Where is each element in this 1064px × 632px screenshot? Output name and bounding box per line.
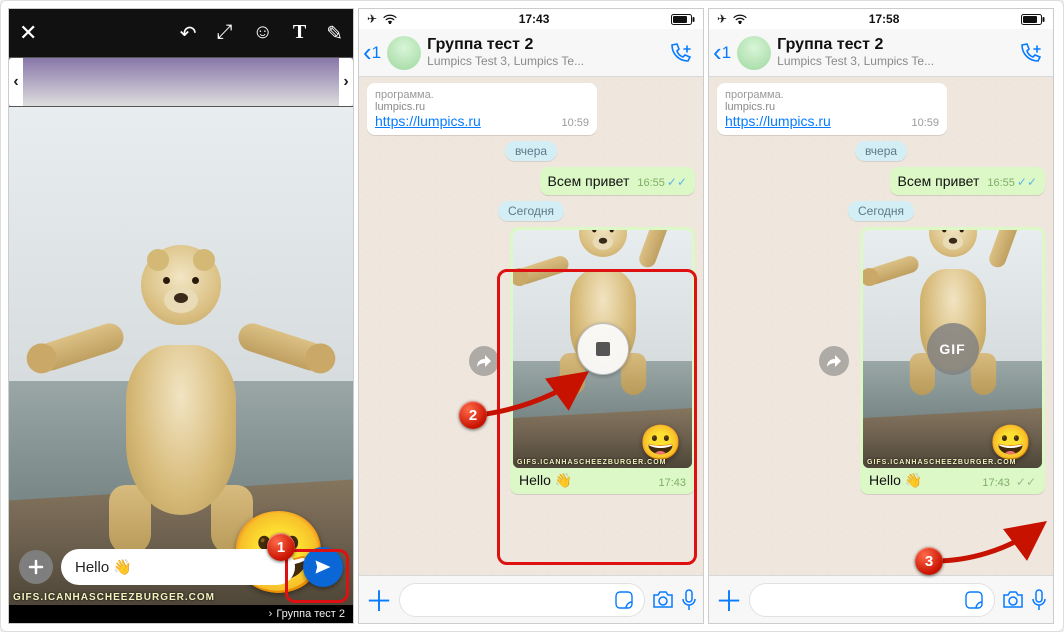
media-thumbnail[interactable]: 😀 GIFS.ICANHASCHEEZBURGER.COM GIF [863,230,1042,468]
sticker-emoji: 😀 [640,426,682,460]
chat-header: ‹1 Группа тест 2 Lumpics Test 3, Lumpics… [709,29,1053,77]
caption-input[interactable]: Hello 👋 [61,549,295,585]
voice-button[interactable] [1031,589,1047,611]
battery-icon [1021,14,1045,25]
text-message-out[interactable]: Всем привет16:55✓✓ [540,167,695,195]
text-message-out[interactable]: Всем привет16:55✓✓ [890,167,1045,195]
message-input[interactable] [399,583,645,617]
badge-1: 1 [267,533,295,561]
status-bar: ✈︎ 17:43 [359,9,703,29]
media-thumbnail[interactable]: 😀 GIFS.ICANHASCHEEZBURGER.COM [513,230,692,468]
forward-button[interactable] [819,346,849,376]
avatar[interactable] [737,36,771,70]
bear-graphic [81,245,281,545]
camera-button[interactable] [1001,590,1025,610]
voice-button[interactable] [681,589,697,611]
chat-header: ‹1 Группа тест 2 Lumpics Test 3, Lumpics… [359,29,703,77]
watermark-text: GIFS.ICANHASCHEEZBURGER.COM [13,592,215,603]
link-url[interactable]: https://lumpics.ru [725,113,831,129]
chat-input-bar: ＋ [359,575,703,623]
send-button[interactable] [303,547,343,587]
editor-toolbar: ✕ ↶ ⤢ ☺ T ✎ [9,9,353,57]
back-button[interactable]: ‹1 [363,37,381,68]
attach-button[interactable]: ＋ [715,580,743,620]
crop-icon[interactable]: ⤢ [216,21,232,46]
emoji-icon[interactable]: ☺ [252,21,272,46]
battery-icon [671,14,695,25]
trim-handle-right[interactable]: › [339,58,353,106]
add-media-button[interactable] [19,550,53,584]
call-button[interactable] [669,42,695,64]
chat-title-area[interactable]: Группа тест 2 Lumpics Test 3, Lumpics Te… [427,37,663,68]
forward-button[interactable] [469,346,499,376]
wifi-icon [383,14,397,24]
date-separator: вчера [505,141,557,161]
call-button[interactable] [1019,42,1045,64]
message-input[interactable] [749,583,995,617]
panel-chat-sent: ✈︎ 17:58 ‹1 Группа тест 2 Lumpics Test 3… [708,8,1054,624]
media-message-out[interactable]: 😀 GIFS.ICANHASCHEEZBURGER.COM Hello 👋17:… [510,227,695,494]
trim-handle-left[interactable]: ‹ [9,58,23,106]
cancel-upload-button[interactable] [577,323,629,375]
link-message[interactable]: программа.lumpics.ru https://lumpics.ru1… [717,83,947,135]
back-button[interactable]: ‹1 [713,37,731,68]
date-separator: Сегодня [848,201,914,221]
chat-body[interactable]: программа.lumpics.ru https://lumpics.ru1… [709,77,1053,575]
sticker-picker-icon[interactable] [964,590,984,610]
media-preview: 😀 GIFS.ICANHASCHEEZBURGER.COM Hello 👋 [9,107,353,605]
date-separator: Сегодня [498,201,564,221]
clock-text: 17:43 [519,12,550,26]
sticker-emoji: 😀 [990,426,1032,460]
airplane-mode-icon: ✈︎ [367,12,377,26]
link-url[interactable]: https://lumpics.ru [375,113,481,129]
trim-filmstrip[interactable]: ‹ › [9,57,353,107]
airplane-mode-icon: ✈︎ [717,12,727,26]
undo-icon[interactable]: ↶ [180,21,197,46]
link-message[interactable]: программа.lumpics.ru https://lumpics.ru1… [367,83,597,135]
clock-text: 17:58 [869,12,900,26]
status-bar: ✈︎ 17:58 [709,9,1053,29]
close-icon[interactable]: ✕ [19,20,37,46]
text-tool-icon[interactable]: T [293,21,306,46]
gif-badge[interactable]: GIF [927,323,979,375]
draw-icon[interactable]: ✎ [326,21,343,46]
sticker-picker-icon[interactable] [614,590,634,610]
media-message-out[interactable]: 😀 GIFS.ICANHASCHEEZBURGER.COM GIF Hello … [860,227,1045,494]
attach-button[interactable]: ＋ [365,580,393,620]
panel-chat-uploading: ✈︎ 17:43 ‹1 Группа тест 2 Lumpics Test 3… [358,8,704,624]
chat-body[interactable]: программа.lumpics.ru https://lumpics.ru1… [359,77,703,575]
recipient-chip[interactable]: ›Группа тест 2 [9,605,353,623]
camera-button[interactable] [651,590,675,610]
chat-input-bar: ＋ [709,575,1053,623]
chat-title-area[interactable]: Группа тест 2 Lumpics Test 3, Lumpics Te… [777,37,1013,68]
badge-2: 2 [459,401,487,429]
wifi-icon [733,14,747,24]
badge-3: 3 [915,547,943,575]
panel-editor: ✕ ↶ ⤢ ☺ T ✎ ‹ › [8,8,354,624]
date-separator: вчера [855,141,907,161]
read-ticks-icon: ✓✓ [667,175,687,189]
read-ticks-icon: ✓✓ [1017,175,1037,189]
avatar[interactable] [387,36,421,70]
